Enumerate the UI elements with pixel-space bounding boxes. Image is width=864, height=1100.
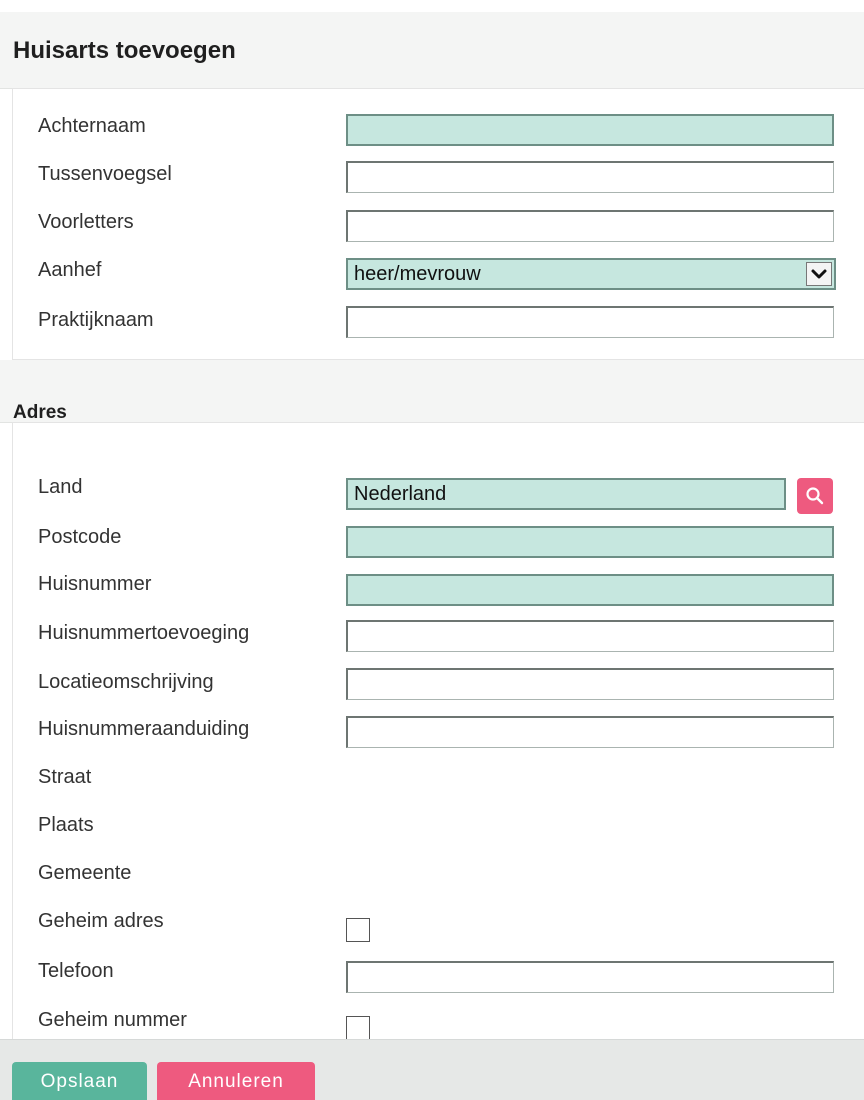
plaats-label: Plaats [38,814,94,836]
land-input[interactable] [346,478,786,510]
aanhef-select[interactable]: heer/mevrouw [346,258,836,290]
praktijknaam-input[interactable] [346,306,834,338]
top-strip [0,0,864,12]
save-button[interactable]: Opslaan [12,1062,147,1100]
geheim-nummer-label: Geheim nummer [38,1009,187,1031]
form-header: Huisarts toevoegen [0,12,864,89]
straat-label: Straat [38,766,92,788]
geheim-adres-checkbox[interactable] [346,918,370,942]
address-section-header: Adres [0,360,864,423]
huisnummer-input[interactable] [346,574,834,606]
huisnummertoevoeging-input[interactable] [346,620,834,652]
search-icon [806,487,824,505]
telefoon-input[interactable] [346,961,834,993]
postcode-input[interactable] [346,526,834,558]
address-section-title: Adres [13,402,67,423]
huisnummeraanduiding-input[interactable] [346,716,834,748]
aanhef-label: Aanhef [38,259,102,281]
praktijknaam-label: Praktijknaam [38,309,154,331]
geheim-nummer-checkbox[interactable] [346,1016,370,1040]
page-title: Huisarts toevoegen [13,37,236,64]
aanhef-selected-value: heer/mevrouw [354,263,481,285]
achternaam-input[interactable] [346,114,834,146]
achternaam-label: Achternaam [38,115,146,137]
voorletters-input[interactable] [346,210,834,242]
voorletters-label: Voorletters [38,211,134,233]
huisnummertoevoeging-label: Huisnummertoevoeging [38,622,250,644]
chevron-down-icon[interactable] [806,262,832,286]
postcode-label: Postcode [38,526,122,548]
search-button[interactable] [797,478,833,514]
tussenvoegsel-label: Tussenvoegsel [38,163,172,185]
land-label: Land [38,476,83,498]
locatieomschrijving-input[interactable] [346,668,834,700]
locatieomschrijving-label: Locatieomschrijving [38,671,214,693]
cancel-button[interactable]: Annuleren [157,1062,315,1100]
huisnummeraanduiding-label: Huisnummeraanduiding [38,718,250,740]
telefoon-label: Telefoon [38,960,114,982]
huisnummer-label: Huisnummer [38,573,152,595]
tussenvoegsel-input[interactable] [346,161,834,193]
gemeente-label: Gemeente [38,862,132,884]
add-general-practitioner-form: Huisarts toevoegen Achternaam Tussenvoeg… [0,0,864,1100]
geheim-adres-label: Geheim adres [38,910,164,932]
